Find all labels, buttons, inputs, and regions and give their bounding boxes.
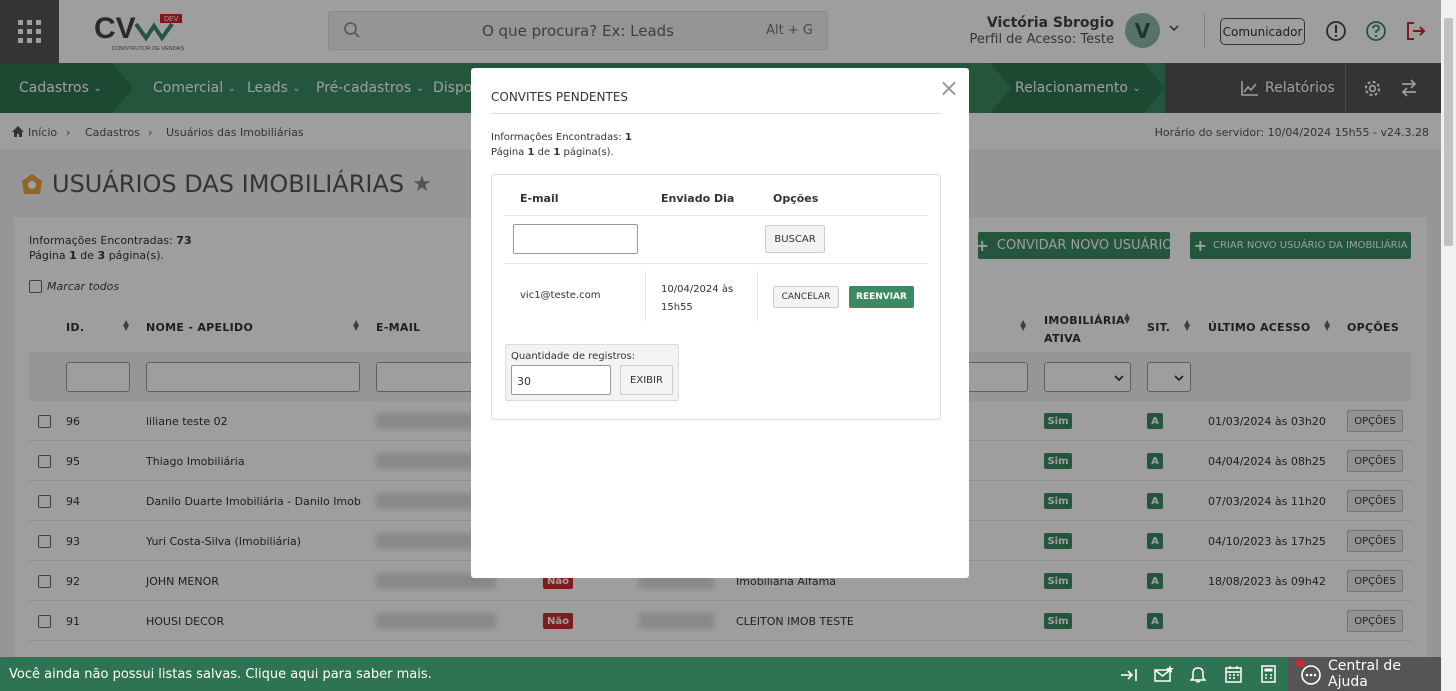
col-email: E-mail [520, 192, 559, 205]
help-center-button[interactable]: Central de Ajuda [1288, 657, 1441, 691]
calendar-icon[interactable] [1225, 665, 1242, 683]
page-suffix: página(s). [563, 147, 614, 158]
divider [645, 271, 646, 321]
mail-star-icon[interactable] [1154, 665, 1174, 683]
divider [491, 113, 941, 114]
calculator-icon[interactable] [1261, 665, 1276, 683]
divider [757, 271, 758, 321]
footer-bar: Você ainda não possui listas salvas. Cli… [0, 657, 1441, 691]
quantity-box: Quantidade de registros: 30 EXIBIR [505, 344, 679, 401]
pending-invites-modal: CONVITES PENDENTES × Informações Encontr… [471, 68, 969, 578]
exibir-button[interactable]: EXIBIR [620, 365, 673, 395]
quantity-label: Quantidade de registros: [511, 351, 636, 362]
modal-results-info: Informações Encontradas: 1 Página 1 de 1… [491, 130, 632, 160]
divider [504, 215, 928, 216]
invite-email: vic1@teste.com [520, 290, 601, 301]
modal-title: CONVITES PENDENTES [491, 90, 629, 104]
invite-date-line: 10/04/2024 às [661, 284, 734, 295]
cancelar-button[interactable]: CANCELAR [773, 286, 839, 308]
notification-dot [1296, 659, 1304, 667]
arrow-to-right-icon[interactable] [1120, 667, 1138, 683]
scrollbar[interactable] [1441, 0, 1456, 691]
quantity-input[interactable]: 30 [511, 365, 611, 395]
invites-table: E-mail Enviado Dia Opções BUSCAR vic1@te… [491, 174, 941, 420]
invite-time-line: 15h55 [661, 302, 693, 313]
help-label: Central de Ajuda [1328, 658, 1401, 690]
saved-lists-message[interactable]: Você ainda não possui listas salvas. Cli… [9, 667, 432, 682]
col-enviado-dia: Enviado Dia [661, 192, 735, 205]
invite-date: 10/04/2024 às 15h55 [661, 281, 733, 317]
buscar-button[interactable]: BUSCAR [765, 225, 825, 253]
bell-icon[interactable] [1190, 665, 1206, 683]
page-of: de [537, 147, 551, 158]
chat-icon [1301, 665, 1321, 685]
page-label: Página [491, 147, 525, 158]
close-icon[interactable]: × [939, 74, 959, 102]
page-current: 1 [527, 147, 535, 158]
page-total: 1 [553, 147, 561, 158]
info-label: Informações Encontradas: [491, 132, 622, 143]
info-count: 1 [624, 132, 632, 143]
reenviar-button[interactable]: REENVIAR [849, 286, 914, 308]
email-filter-input[interactable] [513, 224, 638, 254]
col-opcoes: Opções [773, 192, 819, 205]
divider [504, 263, 928, 264]
scrollbar-thumb[interactable] [1444, 18, 1453, 246]
